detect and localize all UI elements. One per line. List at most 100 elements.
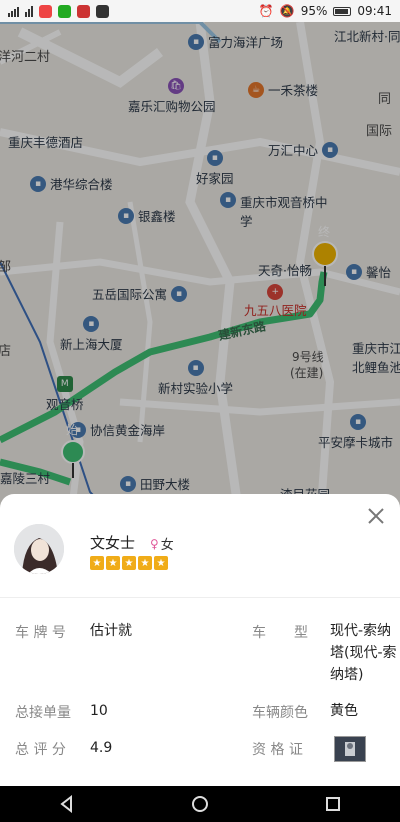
- start-marker-label: 始: [66, 423, 79, 437]
- poi[interactable]: ▪ 田野大楼: [120, 474, 190, 493]
- poi-label: 天奇·怡畅: [258, 263, 312, 278]
- avatar: [14, 524, 64, 574]
- poi[interactable]: 万汇中心 ▪: [268, 140, 339, 159]
- gender-label: 女: [160, 538, 174, 553]
- metro-station-icon: M: [56, 376, 73, 392]
- home-icon[interactable]: [191, 795, 209, 813]
- poi-label: 田野大楼: [140, 477, 191, 492]
- driver-info-sheet: 文女士 ♀ 女 ★ ★ ★ ★ ★ 车 牌 号 估计就 车 型 现代-索纳塔(现…: [0, 494, 400, 786]
- route-map[interactable]: 洋河二村 ▪ 富力海洋广场 江北新村·同 ☕ 一禾茶楼 同 🛍 嘉乐汇购物公园 国际 …: [0, 22, 400, 522]
- qualification-certificate-thumbnail[interactable]: [334, 736, 366, 762]
- poi-label: 重庆市江北鲤鱼池: [352, 341, 400, 375]
- model-label: 车 型: [252, 625, 308, 641]
- driver-name: 文女士: [90, 534, 136, 552]
- screen: ⏰ 🔕 95% 09:41 洋河二村 ▪ 富力海洋广场 江北新村·同 ☕ 一禾茶…: [0, 0, 400, 822]
- map-label: 同: [378, 92, 392, 107]
- poi[interactable]: ▪ 港华综合楼: [30, 174, 113, 193]
- poi[interactable]: 🛍 嘉乐汇购物公园: [128, 78, 216, 115]
- close-icon[interactable]: [366, 506, 386, 526]
- poi-label: 银鑫楼: [138, 209, 176, 224]
- system-nav-bar: [0, 786, 400, 822]
- back-icon[interactable]: [58, 795, 76, 813]
- poi[interactable]: ▪ 平安摩卡城市: [318, 414, 393, 451]
- rating-stars: ★ ★ ★ ★ ★: [90, 556, 168, 570]
- star-icon: ★: [106, 556, 120, 570]
- star-icon: ★: [154, 556, 168, 570]
- notification-app-icon: [39, 4, 52, 18]
- map-label: 国际: [366, 124, 393, 139]
- shopping-icon: 🛍: [168, 78, 184, 94]
- poi[interactable]: 五岳国际公寓 ▪: [92, 284, 188, 303]
- building-icon: ▪: [206, 150, 223, 166]
- signal-icon: [8, 6, 19, 17]
- star-icon: ★: [122, 556, 136, 570]
- building-icon: ▪: [346, 263, 362, 280]
- star-icon: ★: [90, 556, 104, 570]
- wechat-icon: [58, 4, 71, 18]
- poi[interactable]: + 九五八医院: [244, 284, 307, 319]
- poi-label: 万汇中心: [268, 143, 319, 158]
- building-icon: ▪: [30, 175, 46, 192]
- poi-label: 嘉乐汇购物公园: [128, 99, 216, 114]
- cert-label: 资 格 证: [252, 742, 303, 758]
- female-icon: ♀: [150, 536, 159, 551]
- school-icon: ▪: [220, 192, 236, 208]
- gender-tag: ♀ 女: [150, 534, 174, 554]
- poi[interactable]: 天奇·怡畅: [258, 260, 312, 279]
- poi-label: 新上海大厦: [60, 337, 123, 352]
- poi-label: 富力海洋广场: [208, 35, 284, 50]
- poi[interactable]: 嘉陵三村: [0, 468, 50, 487]
- map-label: 邹: [0, 260, 12, 275]
- alarm-icon: ⏰: [258, 4, 274, 18]
- poi[interactable]: ▪ 新上海大厦: [60, 316, 123, 353]
- map-label: 店: [0, 344, 12, 359]
- poi-label: 好家园: [196, 171, 234, 186]
- plate-label: 车 牌 号: [15, 625, 66, 641]
- recents-icon[interactable]: [324, 795, 342, 813]
- orders-value: 10: [90, 703, 108, 719]
- end-marker-label: 终: [318, 225, 331, 239]
- poi[interactable]: ▪ 新村实验小学: [158, 360, 233, 397]
- building-icon: ▪: [171, 285, 188, 302]
- battery-text: 95%: [300, 4, 328, 18]
- score-value: 4.9: [90, 740, 113, 756]
- poi[interactable]: 江北新村·同: [334, 26, 400, 45]
- building-icon: ▪: [188, 33, 204, 50]
- poi[interactable]: ▪ 馨怡: [346, 262, 391, 281]
- poi-label: 新村实验小学: [158, 381, 234, 396]
- poi-label: 港华综合楼: [50, 177, 113, 192]
- divider: [0, 597, 400, 598]
- building-icon: ▪: [350, 414, 366, 430]
- color-label: 车辆颜色: [252, 705, 308, 721]
- transit-label: 9号线: [292, 350, 324, 364]
- transit-label: (在建): [290, 366, 324, 380]
- star-icon: ★: [138, 556, 152, 570]
- clock: 09:41: [357, 4, 392, 18]
- poi[interactable]: 重庆丰德酒店: [8, 132, 83, 151]
- poi[interactable]: ▪ 协信黄金海岸: [70, 420, 165, 439]
- building-icon: ▪: [322, 141, 339, 158]
- building-icon: ▪: [118, 207, 134, 224]
- school-icon: ▪: [187, 360, 204, 376]
- color-value: 黄色: [330, 703, 358, 719]
- poi-label: 平安摩卡城市: [318, 435, 394, 450]
- plate-value: 估计就: [90, 623, 132, 639]
- poi[interactable]: ▪ 富力海洋广场: [188, 32, 283, 51]
- cafe-icon: ☕: [248, 81, 264, 98]
- poi-label: 重庆丰德酒店: [8, 135, 84, 150]
- poi[interactable]: 重庆市江北鲤鱼池: [352, 338, 400, 376]
- mute-icon: 🔕: [279, 4, 295, 18]
- poi-label: 江北新村·同: [334, 29, 400, 44]
- poi[interactable]: M 观音桥: [46, 376, 84, 413]
- poi-label: 嘉陵三村: [0, 471, 51, 486]
- poi[interactable]: ☕ 一禾茶楼: [248, 80, 318, 99]
- poi[interactable]: ▪ 重庆市观音桥中学: [220, 192, 330, 230]
- building-icon: ▪: [120, 475, 136, 492]
- poi-label: 协信黄金海岸: [90, 423, 166, 438]
- notification-app-icon: [96, 4, 109, 18]
- poi[interactable]: ▪ 好家园: [196, 150, 234, 187]
- poi[interactable]: ▪ 银鑫楼: [118, 206, 176, 225]
- poi-label: 馨怡: [366, 265, 392, 280]
- orders-label: 总接单量: [15, 705, 71, 721]
- building-icon: ▪: [83, 316, 100, 332]
